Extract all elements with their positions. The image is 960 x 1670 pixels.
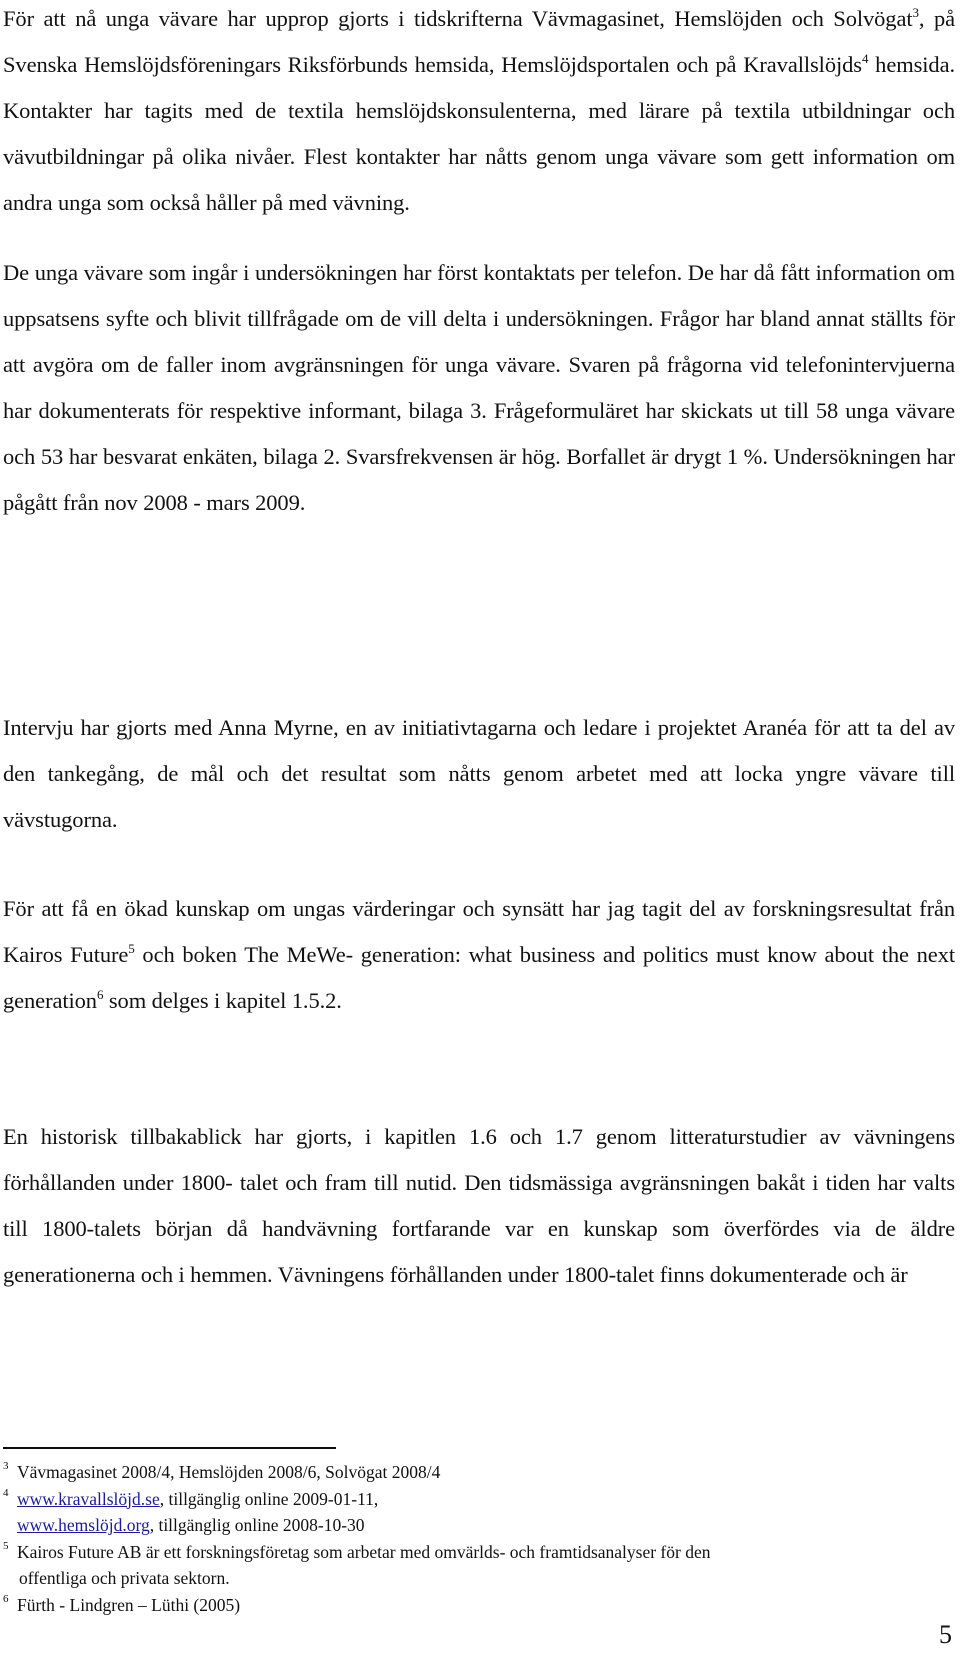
- footnote-number: 6: [3, 1592, 9, 1605]
- footnote-text: , tillgänglig online 2008-10-30: [149, 1515, 365, 1535]
- footnote-text: Fürth - Lindgren – Lüthi (2005): [17, 1594, 241, 1615]
- paragraph-recruitment: För att nå unga vävare har upprop gjorts…: [3, 0, 955, 226]
- paragraph-text: För att nå unga vävare har upprop gjorts…: [3, 6, 913, 31]
- footnote-text: Kairos Future AB är ett forskningsföreta…: [17, 1541, 711, 1562]
- paragraph-research: För att få en ökad kunskap om ungas värd…: [3, 886, 955, 1024]
- footnote-number: 5: [3, 1539, 9, 1552]
- link-kravallslojd[interactable]: www.kravallslöjd.se: [17, 1489, 160, 1509]
- footnote-text: , tillgänglig online 2009-01-11,: [159, 1488, 379, 1509]
- footnote-number: 4: [3, 1486, 9, 1499]
- footnote-4: 4 www.kravallslöjd.se, tillgänglig onlin…: [3, 1486, 958, 1539]
- footnote-number: 3: [3, 1460, 9, 1472]
- footnote-text: Vävmagasinet 2008/4, Hemslöjden 2008/6, …: [17, 1462, 441, 1482]
- paragraph-survey: De unga vävare som ingår i undersökninge…: [3, 260, 955, 515]
- link-hemslojd[interactable]: www.hemslöjd.org: [17, 1515, 150, 1535]
- paragraph-history: En historisk tillbakablick har gjorts, i…: [3, 1124, 955, 1287]
- footnote-5: 5 Kairos Future AB är ett forskningsföre…: [3, 1539, 958, 1592]
- paragraph-interview: Intervju har gjorts med Anna Myrne, en a…: [3, 715, 955, 832]
- footnote-text-continued: offentliga och privata sektorn.: [19, 1568, 230, 1588]
- footnote-3: 3 Vävmagasinet 2008/4, Hemslöjden 2008/6…: [3, 1459, 958, 1486]
- footnotes: 3 Vävmagasinet 2008/4, Hemslöjden 2008/6…: [3, 1459, 958, 1618]
- paragraph-text: som delges i kapitel 1.5.2.: [103, 988, 342, 1013]
- page-number: 5: [939, 1620, 952, 1649]
- footnote-6: 6 Fürth - Lindgren – Lüthi (2005): [3, 1592, 958, 1619]
- document-page: För att nå unga vävare har upprop gjorts…: [0, 0, 960, 1670]
- footnote-separator: [3, 1447, 336, 1449]
